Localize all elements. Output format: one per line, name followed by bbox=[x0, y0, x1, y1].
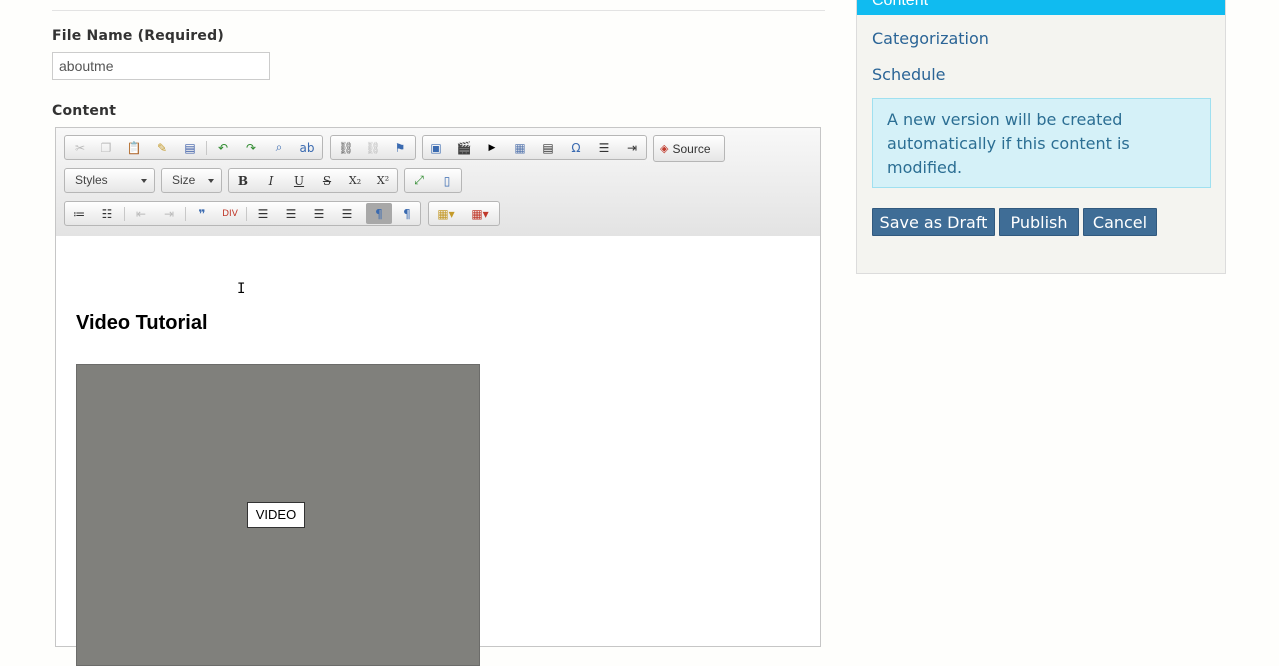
align-right-icon[interactable]: ☰ bbox=[306, 203, 332, 224]
align-center-icon[interactable]: ☰ bbox=[278, 203, 304, 224]
view-group: ⤢ ▯ bbox=[404, 168, 462, 193]
blockquote-icon[interactable]: ❞ bbox=[189, 203, 215, 224]
file-name-label: File Name (Required) bbox=[52, 28, 224, 44]
paragraph-group: ≔ ☷ ⇤ ⇥ ❞ DIV ☰ ☰ ☰ ☰ ¶ ¶ bbox=[64, 201, 421, 226]
div-container-icon[interactable]: DIV bbox=[217, 203, 243, 224]
side-panel: Content Categorization Schedule A new ve… bbox=[856, 0, 1226, 274]
superscript-button[interactable]: X² bbox=[370, 170, 396, 191]
source-label: Source bbox=[672, 141, 711, 156]
underline-button[interactable]: U bbox=[286, 170, 312, 191]
styles-label: Styles bbox=[75, 173, 108, 187]
bold-button[interactable]: B bbox=[230, 170, 256, 191]
video-tag: VIDEO bbox=[247, 502, 305, 528]
rich-text-editor: ✂ ❐ 📋 ✎ ▤ ↶ ↷ ⌕ ab ⛓ ⛓ ⚑ ▣ 🎬 ▶ ▦ ▤ Ω ☰ ⇥ bbox=[55, 127, 821, 666]
rtl-icon[interactable]: ¶ bbox=[394, 203, 420, 224]
horizontal-rule-icon[interactable]: ☰ bbox=[591, 137, 617, 158]
subscript-button[interactable]: X₂ bbox=[342, 170, 368, 191]
copy-icon[interactable]: ❐ bbox=[93, 137, 119, 158]
editor-content-area[interactable]: I Video Tutorial VIDEO bbox=[56, 236, 820, 666]
video-icon[interactable]: 🎬 bbox=[451, 137, 477, 158]
show-blocks-icon[interactable]: ▯ bbox=[434, 170, 460, 191]
format-group: B I U S X₂ X² bbox=[228, 168, 398, 193]
link-group: ⛓ ⛓ ⚑ bbox=[330, 135, 416, 160]
youtube-icon[interactable]: ▶ bbox=[479, 137, 505, 158]
chevron-down-icon bbox=[208, 179, 214, 183]
anchor-icon[interactable]: ⚑ bbox=[387, 137, 413, 158]
publish-button[interactable]: Publish bbox=[999, 208, 1079, 236]
unlink-icon[interactable]: ⛓ bbox=[360, 137, 386, 158]
paste-word-icon[interactable]: ▤ bbox=[177, 137, 203, 158]
tab-categorization[interactable]: Categorization bbox=[872, 29, 989, 48]
tab-schedule[interactable]: Schedule bbox=[872, 65, 946, 84]
clipboard-group: ✂ ❐ 📋 ✎ ▤ ↶ ↷ ⌕ ab bbox=[64, 135, 323, 160]
undo-icon[interactable]: ↶ bbox=[210, 137, 236, 158]
find-icon[interactable]: ⌕ bbox=[266, 137, 292, 158]
content-label: Content bbox=[52, 103, 117, 119]
top-divider bbox=[52, 10, 825, 11]
special-char-icon[interactable]: Ω bbox=[563, 137, 589, 158]
video-placeholder[interactable]: VIDEO bbox=[76, 364, 480, 666]
text-cursor-icon: I bbox=[237, 281, 246, 297]
source-icon: ◈ bbox=[660, 143, 669, 155]
maximize-icon[interactable]: ⤢ bbox=[406, 170, 432, 191]
redo-icon[interactable]: ↷ bbox=[238, 137, 264, 158]
align-left-icon[interactable]: ☰ bbox=[250, 203, 276, 224]
outdent-icon[interactable]: ⇤ bbox=[128, 203, 154, 224]
save-draft-button[interactable]: Save as Draft bbox=[872, 208, 995, 236]
image-icon[interactable]: ▣ bbox=[423, 137, 449, 158]
video-heading: Video Tutorial bbox=[76, 312, 208, 334]
paste-text-icon[interactable]: ✎ bbox=[149, 137, 175, 158]
paste-icon[interactable]: 📋 bbox=[121, 137, 147, 158]
tab-content[interactable]: Content bbox=[857, 0, 1225, 15]
justify-icon[interactable]: ☰ bbox=[334, 203, 360, 224]
cancel-button[interactable]: Cancel bbox=[1083, 208, 1157, 236]
ltr-icon[interactable]: ¶ bbox=[366, 203, 392, 224]
numbered-list-icon[interactable]: ≔ bbox=[66, 203, 92, 224]
styles-dropdown[interactable]: Styles bbox=[64, 168, 155, 193]
indent-icon[interactable]: ⇥ bbox=[156, 203, 182, 224]
file-name-input[interactable]: aboutme bbox=[52, 52, 270, 80]
table-grid-icon[interactable]: ▦▾ bbox=[465, 203, 495, 224]
extras-group: ▦▾ ▦▾ bbox=[428, 201, 500, 226]
source-button[interactable]: ◈ Source bbox=[653, 135, 725, 162]
version-notice: A new version will be created automatica… bbox=[872, 98, 1211, 188]
cut-icon[interactable]: ✂ bbox=[67, 137, 93, 158]
size-label: Size bbox=[172, 173, 196, 187]
strike-button[interactable]: S bbox=[314, 170, 340, 191]
replace-icon[interactable]: ab bbox=[294, 137, 320, 158]
italic-button[interactable]: I bbox=[258, 170, 284, 191]
iframe-icon[interactable]: ▤ bbox=[535, 137, 561, 158]
size-dropdown[interactable]: Size bbox=[161, 168, 222, 193]
link-icon[interactable]: ⛓ bbox=[333, 137, 359, 158]
table-icon[interactable]: ▦ bbox=[507, 137, 533, 158]
chevron-down-icon bbox=[141, 179, 147, 183]
editor-toolbar: ✂ ❐ 📋 ✎ ▤ ↶ ↷ ⌕ ab ⛓ ⛓ ⚑ ▣ 🎬 ▶ ▦ ▤ Ω ☰ ⇥ bbox=[56, 128, 820, 237]
insert-group: ▣ 🎬 ▶ ▦ ▤ Ω ☰ ⇥ bbox=[422, 135, 647, 160]
page-break-icon[interactable]: ⇥ bbox=[619, 137, 645, 158]
template-icon[interactable]: ▦▾ bbox=[431, 203, 461, 224]
bulleted-list-icon[interactable]: ☷ bbox=[94, 203, 120, 224]
